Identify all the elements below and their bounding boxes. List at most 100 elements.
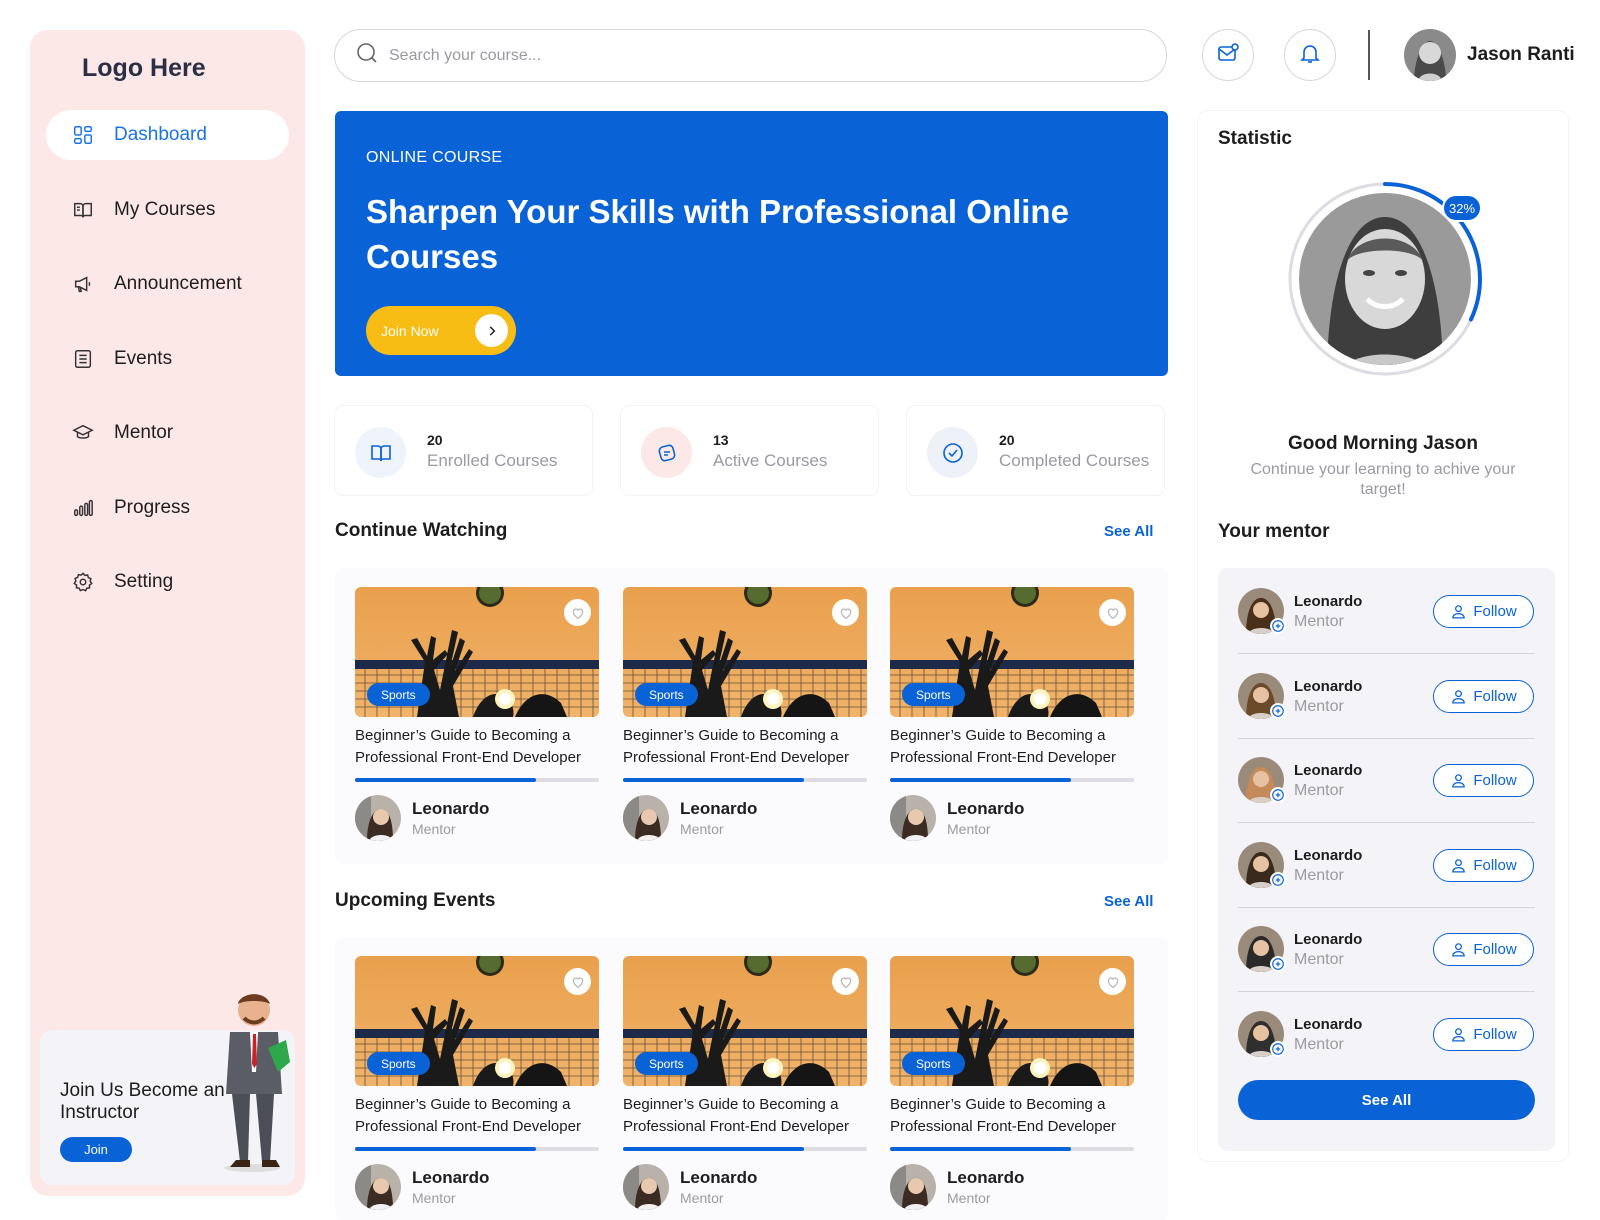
user-avatar[interactable] (1404, 29, 1456, 81)
upcoming-events-panel: Sports Beginner’s Guide to Becoming a Pr… (335, 937, 1168, 1220)
book-icon (355, 427, 406, 478)
mentors-see-all-button[interactable]: See All (1238, 1080, 1535, 1120)
add-circle-icon (1270, 787, 1286, 803)
mentor-role: Mentor (1294, 613, 1344, 630)
course-thumbnail[interactable]: Sports (355, 956, 599, 1086)
follow-button[interactable]: Follow (1433, 764, 1534, 797)
heart-icon[interactable] (564, 968, 591, 995)
mentor-role: Mentor (1294, 1035, 1344, 1053)
heart-icon[interactable] (1099, 599, 1126, 626)
sidebar-item-label: Setting (114, 571, 174, 592)
user-icon (1452, 858, 1466, 873)
sidebar-item-mentor[interactable]: Mentor (46, 408, 289, 458)
sidebar-item-setting[interactable]: Setting (46, 557, 289, 607)
heart-icon[interactable] (832, 599, 859, 626)
mentor-role: Mentor (680, 1190, 724, 1206)
course-mentor: Leonardo Mentor (355, 795, 599, 841)
course-title[interactable]: Beginner’s Guide to Becoming a Professio… (355, 1094, 599, 1138)
mail-icon (1216, 41, 1240, 70)
upcoming-events-title: Upcoming Events (335, 890, 496, 911)
sidebar-item-announcement[interactable]: Announcement (46, 259, 289, 309)
sidebar-item-label: My Courses (114, 198, 216, 220)
avatar (355, 795, 401, 841)
course-thumbnail[interactable]: Sports (623, 956, 867, 1086)
dashboard-icon (72, 124, 94, 146)
add-circle-icon (1270, 956, 1286, 972)
follow-label: Follow (1473, 772, 1517, 789)
follow-button[interactable]: Follow (1433, 679, 1534, 713)
mentor-name: Leonardo (1294, 1015, 1363, 1033)
course-card[interactable]: Sports Beginner’s Guide to Becoming a Pr… (890, 956, 1134, 1210)
sidebar-nav: Dashboard My Courses Announcement Events… (46, 110, 289, 632)
messages-button[interactable] (1202, 29, 1254, 81)
book-icon (72, 199, 94, 221)
course-title[interactable]: Beginner’s Guide to Becoming a Professio… (355, 725, 599, 769)
join-button[interactable]: Join (60, 1137, 132, 1162)
course-title[interactable]: Beginner’s Guide to Becoming a Professio… (890, 1094, 1134, 1138)
stat-enrolled: 20 Enrolled Courses (335, 406, 592, 495)
follow-button[interactable]: Follow (1433, 1017, 1534, 1051)
course-title[interactable]: Beginner’s Guide to Becoming a Professio… (623, 1094, 867, 1138)
sidebar-item-my-courses[interactable]: My Courses (46, 185, 289, 235)
course-mentor: Leonardo Mentor (623, 1164, 867, 1210)
sidebar-item-progress[interactable]: Progress (46, 483, 289, 533)
mentor-row: Leonardo Mentor Follow (1238, 568, 1535, 654)
search-bar[interactable] (334, 29, 1167, 82)
course-card[interactable]: Sports Beginner’s Guide to Becoming a Pr… (890, 587, 1134, 841)
follow-label: Follow (1473, 941, 1517, 958)
stat-label: Completed Courses (999, 451, 1150, 470)
mentor-role: Mentor (412, 1190, 456, 1206)
logo[interactable]: Logo Here (82, 54, 206, 83)
mentor-name: Leonardo (1294, 846, 1363, 864)
stat-label: Enrolled Courses (427, 451, 558, 470)
mentor-row: Leonardo Mentor Follow (1238, 822, 1535, 908)
course-thumbnail[interactable]: Sports (355, 587, 599, 717)
follow-button[interactable]: Follow (1433, 848, 1534, 882)
course-thumbnail[interactable]: Sports (890, 587, 1134, 717)
follow-button[interactable]: Follow (1433, 933, 1534, 966)
mentor-row: Leonardo Mentor Follow (1238, 653, 1535, 739)
sidebar-item-dashboard[interactable]: Dashboard (46, 110, 289, 160)
greeting-subtext: Continue your learning to achive your ta… (1250, 461, 1516, 498)
greeting: Good Morning Jason (1288, 433, 1478, 454)
mentor-name: Leonardo (1294, 677, 1363, 695)
course-card[interactable]: Sports Beginner’s Guide to Becoming a Pr… (623, 587, 867, 841)
join-now-label: Join Now (381, 322, 439, 339)
user-icon (1452, 1027, 1466, 1042)
sidebar-item-events[interactable]: Events (46, 334, 289, 384)
mentor-name: Leonardo (680, 1168, 758, 1187)
mentor-role: Mentor (1294, 951, 1344, 968)
heart-icon[interactable] (564, 599, 591, 626)
continue-watching-see-all[interactable]: See All (1104, 523, 1153, 540)
course-mentor: Leonardo Mentor (355, 1164, 599, 1210)
course-card[interactable]: Sports Beginner’s Guide to Becoming a Pr… (355, 956, 599, 1210)
mentor-role: Mentor (947, 1190, 991, 1206)
stat-value: 13 (713, 432, 729, 448)
course-card[interactable]: Sports Beginner’s Guide to Becoming a Pr… (355, 587, 599, 841)
mentor-row: Leonardo Mentor Follow (1238, 991, 1535, 1077)
heart-icon[interactable] (832, 968, 859, 995)
user-icon (1452, 943, 1466, 957)
course-title[interactable]: Beginner’s Guide to Becoming a Professio… (623, 725, 867, 769)
join-now-button[interactable]: Join Now (366, 306, 516, 355)
course-title[interactable]: Beginner’s Guide to Becoming a Professio… (890, 725, 1134, 769)
course-thumbnail[interactable]: Sports (623, 587, 867, 717)
course-mentor: Leonardo Mentor (890, 795, 1134, 841)
heart-icon[interactable] (1099, 968, 1126, 995)
course-progress-bar (355, 778, 599, 782)
upcoming-events-see-all[interactable]: See All (1104, 893, 1153, 910)
follow-button[interactable]: Follow (1433, 595, 1534, 628)
user-name[interactable]: Jason Ranti (1467, 44, 1575, 66)
notifications-button[interactable] (1284, 29, 1336, 81)
course-progress-bar (623, 778, 867, 782)
mentor-name: Leonardo (947, 1168, 1025, 1187)
user-icon (1452, 689, 1466, 704)
course-mentor: Leonardo Mentor (890, 1164, 1134, 1210)
course-card[interactable]: Sports Beginner’s Guide to Becoming a Pr… (623, 956, 867, 1210)
sidebar-item-label: Events (114, 347, 173, 369)
list-icon (72, 348, 94, 370)
search-input[interactable] (389, 46, 1089, 65)
course-thumbnail[interactable]: Sports (890, 956, 1134, 1086)
mentor-role: Mentor (1294, 697, 1344, 715)
stat-active: 13 Active Courses (621, 406, 878, 495)
